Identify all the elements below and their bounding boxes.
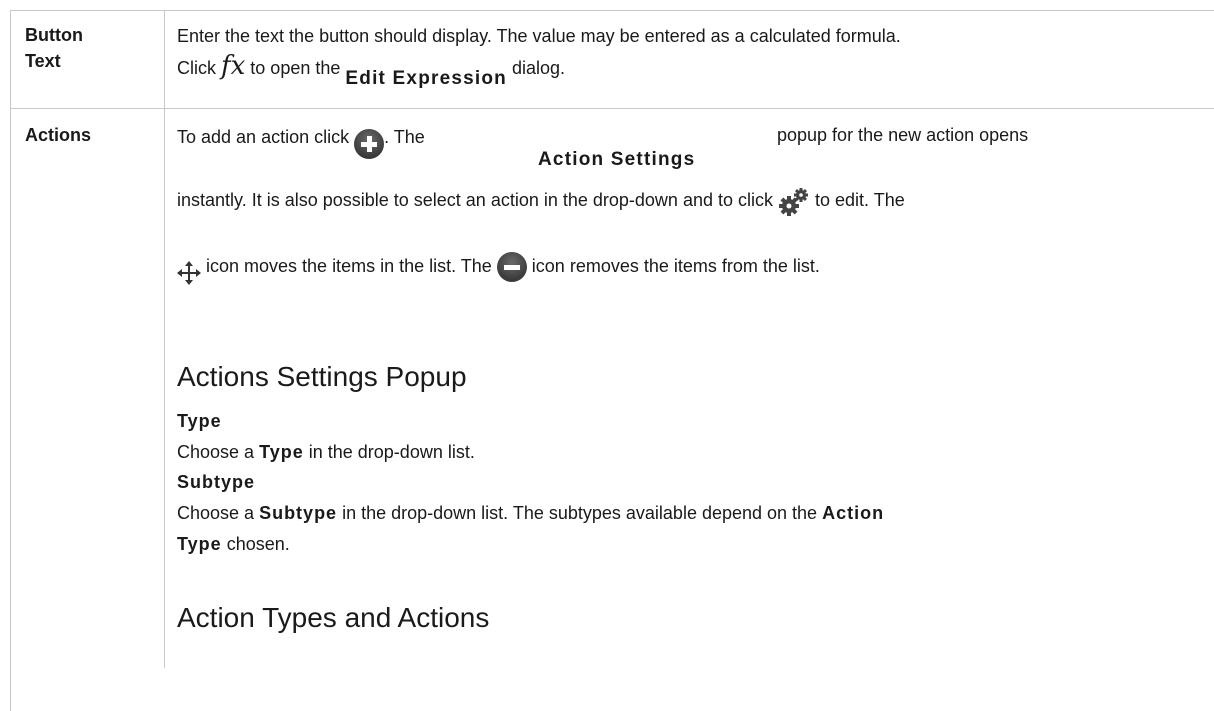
row-divider	[10, 108, 1214, 109]
text: To add an action click	[177, 126, 355, 147]
header-line: Button	[25, 25, 83, 45]
text: . The	[384, 126, 425, 147]
description-line: Type chosen.	[177, 532, 290, 556]
minus-circle-icon	[496, 252, 527, 282]
text: instantly. It is also possible to select…	[177, 190, 778, 210]
section-heading: Action Types and Actions	[177, 602, 490, 633]
row-header-button-text: Button Text	[25, 22, 83, 74]
text: Choose a	[177, 503, 260, 523]
bold-term: Action	[822, 503, 885, 523]
bold-term: Type	[259, 442, 304, 462]
text: in the drop-down list.	[303, 442, 475, 462]
section-heading: Actions Settings Popup	[177, 361, 467, 392]
row-header-actions: Actions	[25, 125, 92, 145]
text: icon removes the items from the list.	[526, 255, 820, 276]
text: to edit. The	[810, 190, 905, 210]
text: to open the	[245, 58, 346, 78]
plus-circle-icon	[354, 129, 385, 159]
move-arrows-icon	[177, 261, 201, 285]
description-line: icon moves the items in the list. The ic…	[177, 252, 820, 285]
text: dialog.	[507, 58, 566, 78]
text: Click	[177, 58, 221, 78]
description-line: popup for the new action opens	[777, 125, 1029, 145]
fx-icon: fx	[221, 51, 246, 81]
gears-icon	[778, 188, 810, 217]
description-line: Enter the text the button should display…	[177, 26, 901, 46]
action-settings-label: Action Settings	[538, 149, 696, 170]
header-line: Text	[25, 51, 61, 71]
description-line: To add an action click . The	[177, 123, 425, 159]
edit-expression-label: Edit Expression	[345, 68, 507, 89]
bold-term: Type	[177, 534, 222, 554]
bold-term: Subtype	[259, 503, 338, 523]
text: Choose a	[177, 442, 260, 462]
description-line: instantly. It is also possible to select…	[177, 188, 905, 217]
description-line: Choose a Subtype in the drop-down list. …	[177, 501, 884, 525]
subtype-heading: Subtype	[177, 472, 256, 492]
description-line: Click fx to open the Edit Expression dia…	[177, 51, 566, 89]
text: icon moves the items in the list. The	[201, 255, 497, 276]
text: in the drop-down list. The subtypes avai…	[337, 503, 823, 523]
description-line: Choose a Type in the drop-down list.	[177, 440, 475, 464]
type-heading: Type	[177, 411, 222, 431]
text: chosen.	[221, 534, 290, 554]
